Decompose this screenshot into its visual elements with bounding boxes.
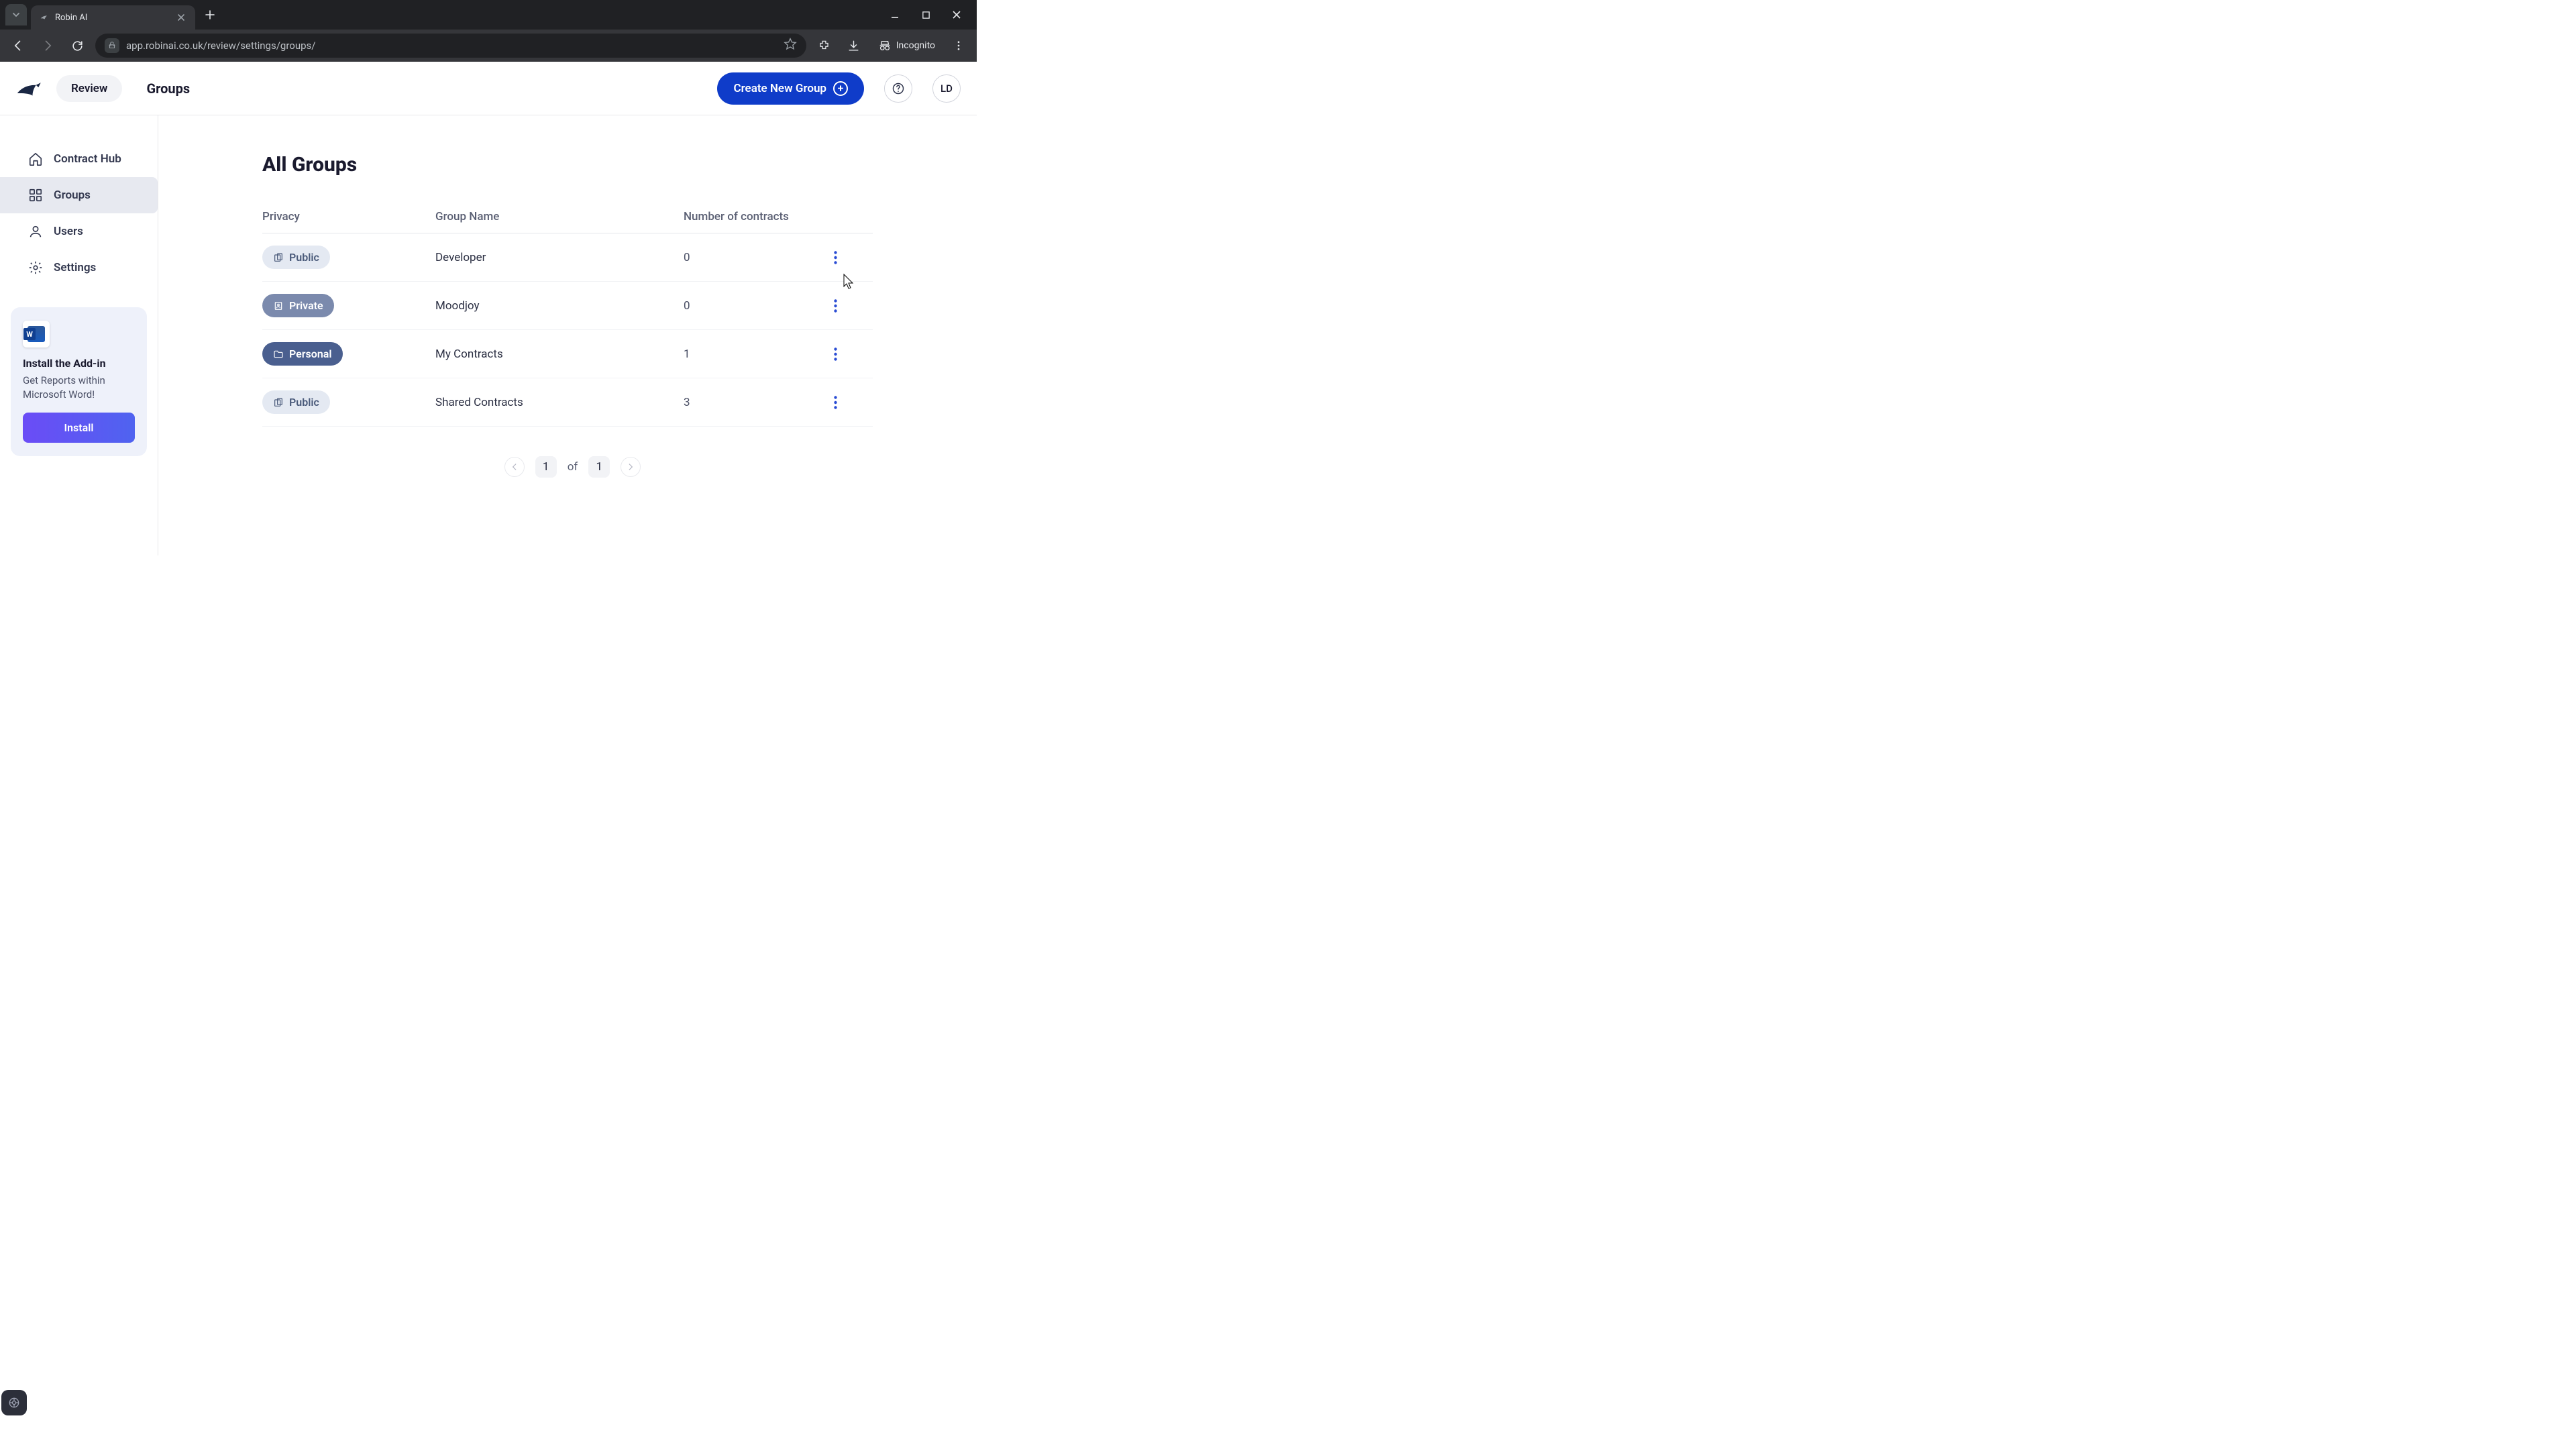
incognito-indicator[interactable]: Incognito — [872, 38, 941, 53]
table-row[interactable]: Personal My Contracts 1 — [262, 330, 873, 378]
groups-table: Privacy Group Name Number of contracts P… — [262, 201, 873, 427]
browser-tab-strip: Robin AI — [0, 0, 977, 30]
row-actions-button[interactable] — [824, 295, 846, 317]
row-actions-button[interactable] — [824, 247, 846, 268]
page-total: 1 — [588, 456, 610, 478]
review-nav-pill[interactable]: Review — [56, 75, 122, 102]
col-header-contracts: Number of contracts — [684, 210, 824, 223]
address-bar[interactable]: app.robinai.co.uk/review/settings/groups… — [95, 34, 806, 58]
page-next-button[interactable] — [621, 457, 641, 477]
new-tab-button[interactable] — [201, 5, 219, 24]
tab-favicon-icon — [39, 12, 50, 23]
window-maximize-button[interactable] — [916, 5, 935, 24]
tab-close-icon[interactable] — [175, 11, 187, 23]
col-header-privacy: Privacy — [262, 210, 435, 223]
downloads-icon[interactable] — [843, 34, 865, 57]
privacy-badge-personal: Personal — [262, 342, 343, 366]
back-button[interactable] — [7, 34, 30, 57]
col-header-name: Group Name — [435, 210, 684, 223]
home-icon — [28, 152, 43, 166]
word-icon — [23, 321, 50, 347]
browser-tab[interactable]: Robin AI — [31, 5, 195, 30]
reload-button[interactable] — [66, 34, 89, 57]
privacy-badge-public: Public — [262, 390, 330, 414]
promo-title: Install the Add-in — [23, 357, 135, 370]
row-actions-button[interactable] — [824, 343, 846, 365]
row-actions-button[interactable] — [824, 392, 846, 413]
create-new-group-button[interactable]: Create New Group + — [717, 72, 864, 105]
table-row[interactable]: Private Moodjoy 0 — [262, 282, 873, 330]
install-addon-button[interactable]: Install — [23, 413, 135, 443]
gear-icon — [28, 260, 43, 275]
group-name-cell: Moodjoy — [435, 299, 684, 313]
table-header-row: Privacy Group Name Number of contracts — [262, 201, 873, 233]
bookmark-icon[interactable] — [784, 38, 797, 54]
floating-support-button[interactable] — [1, 1390, 27, 1415]
group-name-cell: Developer — [435, 251, 684, 264]
window-minimize-button[interactable] — [885, 5, 904, 24]
privacy-badge-public: Public — [262, 246, 330, 269]
plus-circle-icon: + — [833, 81, 848, 96]
sidebar: Contract Hub Groups Users Settings Insta… — [0, 115, 158, 555]
main-title: All Groups — [262, 153, 883, 176]
table-row[interactable]: Public Shared Contracts 3 — [262, 378, 873, 427]
group-name-cell: Shared Contracts — [435, 396, 684, 409]
promo-subtitle: Get Reports within Microsoft Word! — [23, 374, 135, 402]
url-text: app.robinai.co.uk/review/settings/groups… — [126, 40, 777, 52]
sidebar-item-contract-hub[interactable]: Contract Hub — [0, 141, 158, 177]
tab-search-dropdown[interactable] — [5, 4, 27, 25]
main-content: All Groups Privacy Group Name Number of … — [158, 115, 977, 555]
app-logo-icon[interactable] — [16, 74, 44, 103]
sidebar-item-users[interactable]: Users — [0, 213, 158, 250]
group-name-cell: My Contracts — [435, 347, 684, 361]
table-row[interactable]: Public Developer 0 — [262, 233, 873, 282]
user-avatar-button[interactable]: LD — [932, 74, 961, 103]
sidebar-item-groups[interactable]: Groups — [0, 177, 158, 213]
pagination: 1 of 1 — [262, 456, 883, 478]
grid-icon — [28, 188, 43, 203]
sidebar-item-settings[interactable]: Settings — [0, 250, 158, 286]
browser-menu-icon[interactable] — [947, 34, 970, 57]
tab-title: Robin AI — [55, 13, 170, 23]
page-title: Groups — [146, 80, 190, 97]
help-button[interactable] — [884, 74, 912, 103]
contract-count-cell: 3 — [684, 396, 824, 409]
page-prev-button[interactable] — [504, 457, 525, 477]
page-current: 1 — [535, 456, 557, 478]
app-header: Review Groups Create New Group + LD — [0, 62, 977, 115]
window-close-button[interactable] — [947, 5, 966, 24]
extensions-icon[interactable] — [813, 34, 836, 57]
contract-count-cell: 0 — [684, 251, 824, 264]
browser-toolbar: app.robinai.co.uk/review/settings/groups… — [0, 30, 977, 62]
pagination-of-label: of — [568, 460, 578, 474]
site-info-icon[interactable] — [105, 38, 119, 53]
user-icon — [28, 224, 43, 239]
privacy-badge-private: Private — [262, 294, 334, 317]
forward-button[interactable] — [36, 34, 59, 57]
contract-count-cell: 1 — [684, 347, 824, 361]
contract-count-cell: 0 — [684, 299, 824, 313]
addon-promo-card: Install the Add-in Get Reports within Mi… — [11, 307, 147, 456]
